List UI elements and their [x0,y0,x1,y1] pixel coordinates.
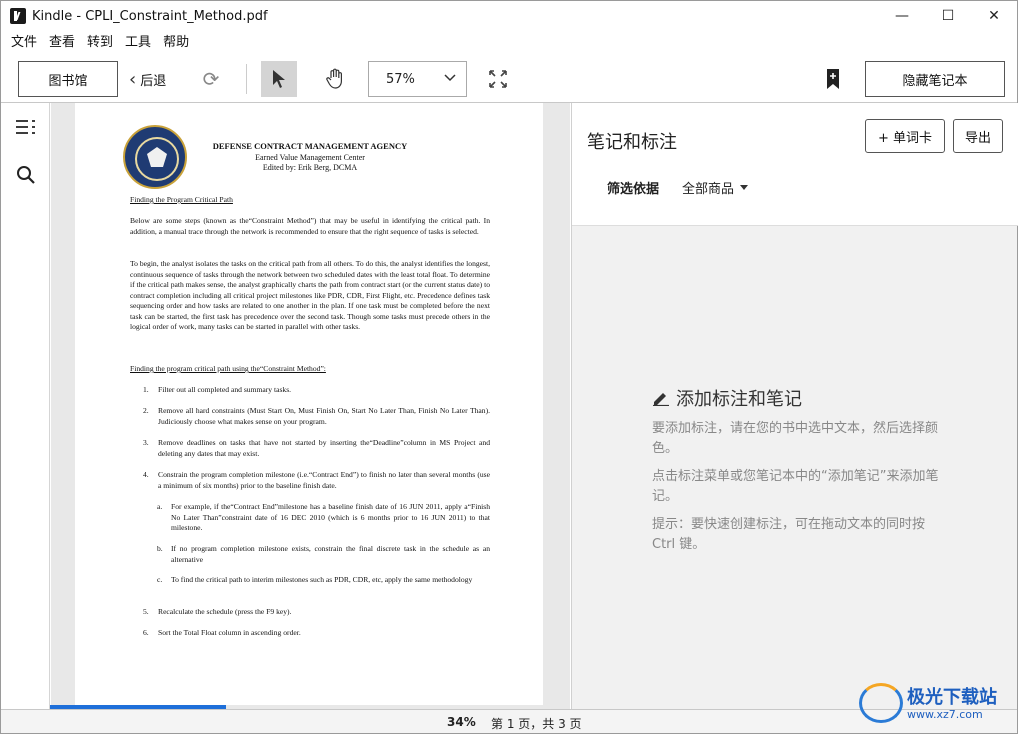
window-title: Kindle - CPLI_Constraint_Method.pdf [32,8,268,24]
pdf-page[interactable]: DEFENSE CONTRACT MANAGEMENT AGENCY Earne… [75,103,543,705]
empty-title-text: 添加标注和笔记 [676,389,802,410]
list-item: 4. Constrain the program completion mile… [143,470,490,490]
doc-subtitle: Earned Value Management Center Edited by… [205,153,415,173]
menu-help[interactable]: 帮助 [157,33,195,53]
zoom-value: 57% [386,71,415,87]
caret-down-icon [740,185,749,190]
chevron-left-icon: ‹ [129,68,137,90]
watermark-url: www.xz7.com [907,708,983,721]
list-item: a. For example, if the“Contract End”mile… [157,502,490,532]
list-item: 2. Remove all hard constraints (Must Sta… [143,406,490,426]
toolbar: 图书馆 ‹ 后退 ⟳ 57% 隐藏笔记本 [1,56,1017,102]
menu-bar: 文件 查看 转到 工具 帮助 [1,33,195,53]
minimize-button[interactable]: — [879,1,925,31]
hide-notebook-button[interactable]: 隐藏笔记本 [865,61,1005,97]
doc-paragraph-2: To begin, the analyst isolates the tasks… [130,259,490,331]
filter-label: 筛选依据 [607,182,660,197]
kindle-window: Kindle - CPLI_Constraint_Method.pdf — ☐ … [0,0,1018,734]
table-of-contents-icon[interactable] [15,117,37,137]
filter-value: 全部商品 [682,182,735,197]
page-indicator: 第 1 页，共 3 页 [491,717,582,731]
flashcards-button[interactable]: + 单词卡 [865,119,945,153]
title-bar: Kindle - CPLI_Constraint_Method.pdf — ☐ … [1,1,1017,31]
list-item: 1. Filter out all completed and summary … [143,385,292,394]
toolbar-divider [246,64,247,94]
zoom-select[interactable]: 57% [368,61,467,97]
notes-empty-state: 添加标注和笔记 要添加标注，请在您的书中选中文本，然后选择颜色。 点击标注菜单或… [652,385,952,563]
menu-view[interactable]: 查看 [43,33,81,53]
maximize-button[interactable]: ☐ [925,1,971,31]
doc-editor: Edited by: Erik Berg, DCMA [262,163,358,172]
doc-paragraph-1: Below are some steps (known as the“Const… [130,216,490,236]
sync-icon[interactable]: ⟳ [200,68,222,90]
doc-center: Earned Value Management Center [255,153,365,162]
menu-tools[interactable]: 工具 [119,33,157,53]
doc-heading-2: Finding the program critical path using … [130,364,326,373]
back-label: 后退 [140,73,167,89]
empty-state-title: 添加标注和笔记 [652,385,952,411]
reader-pane[interactable]: DEFENSE CONTRACT MANAGEMENT AGENCY Earne… [51,103,570,709]
notebook-panel: 笔记和标注 + 单词卡 导出 筛选依据 全部商品 添加标注和笔记 要添加标注，请… [571,103,1018,709]
doc-heading-1: Finding the Program Critical Path [130,195,233,204]
watermark-name: 极光下载站 [907,687,997,708]
notebook-title: 笔记和标注 [587,132,677,153]
back-button[interactable]: ‹ 后退 [129,61,166,97]
hand-tool-button[interactable] [317,61,353,97]
reading-percent: 34% [447,715,476,729]
menu-file[interactable]: 文件 [5,33,43,53]
pen-icon [653,393,669,406]
list-item: 6. Sort the Total Float column in ascend… [143,628,301,637]
left-rail [1,103,50,709]
list-item: 5. Recalculate the schedule (press the F… [143,607,292,616]
list-item: 3. Remove deadlines on tasks that have n… [143,438,490,458]
notebook-header: 笔记和标注 + 单词卡 导出 筛选依据 全部商品 [572,103,1018,226]
search-icon[interactable] [16,165,36,185]
dcma-seal-logo [123,125,187,189]
doc-agency: DEFENSE CONTRACT MANAGEMENT AGENCY [212,141,408,151]
empty-state-hint-2: 点击标注菜单或您笔记本中的“添加笔记”来添加笔记。 [652,469,939,504]
filter-dropdown[interactable]: 全部商品 [682,178,749,197]
chevron-down-icon [444,71,456,87]
watermark-logo-icon [859,683,903,723]
window-controls: — ☐ ✕ [879,1,1017,31]
site-watermark: 极光下载站 www.xz7.com [859,681,1011,729]
list-item: b. If no program completion milestone ex… [157,544,490,564]
list-item: c. To find the critical path to interim … [157,575,473,584]
empty-state-hint-1: 要添加标注，请在您的书中选中文本，然后选择颜色。 [652,421,939,456]
cursor-arrow-icon [273,70,285,88]
library-button[interactable]: 图书馆 [18,61,118,97]
menu-goto[interactable]: 转到 [81,33,119,53]
fullscreen-icon[interactable] [487,68,509,90]
close-button[interactable]: ✕ [971,1,1017,31]
kindle-app-icon [10,8,26,24]
export-button[interactable]: 导出 [953,119,1003,153]
select-tool-button[interactable] [261,61,297,97]
add-bookmark-icon[interactable] [825,68,841,90]
empty-state-hint-3: 提示：要快速创建标注，可在拖动文本的同时按 Ctrl 键。 [652,517,926,552]
hand-icon [326,68,342,89]
